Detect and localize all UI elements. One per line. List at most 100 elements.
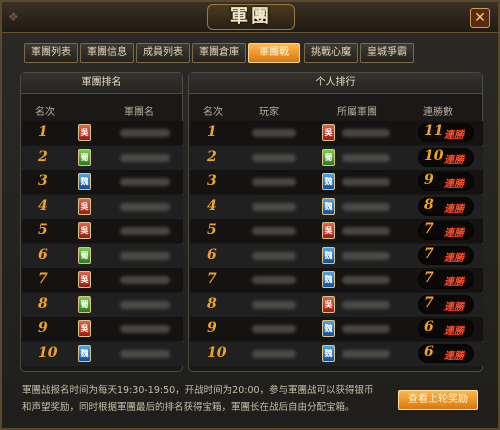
window-title: 軍團 (207, 4, 295, 30)
faction-badge-icon: 魏 (322, 197, 335, 215)
tab-5[interactable]: 軍團戰 (248, 43, 300, 63)
rank-number: 3 (38, 173, 48, 189)
guild-row[interactable]: 3魏 (22, 170, 183, 194)
guild-row[interactable]: 4吳 (22, 194, 183, 219)
col-player: 玩家 (259, 107, 279, 118)
guild-name-obscured (120, 325, 170, 333)
win-streak: 11 連勝 (418, 123, 474, 142)
guild-row[interactable]: 1吳 (22, 121, 183, 145)
tab-3[interactable]: 成員列表 (136, 43, 190, 63)
faction-badge-icon: 魏 (322, 320, 335, 337)
tab-4[interactable]: 軍團倉庫 (192, 43, 246, 63)
title-bar: ❖ 軍團 ✕ (2, 2, 498, 33)
guild-name-obscured (342, 227, 390, 235)
rank-number: 3 (207, 173, 217, 189)
win-streak: 6 連勝 (418, 343, 474, 363)
rank-number: 9 (207, 320, 217, 336)
player-name-obscured (252, 300, 296, 309)
streak-count: 6 (424, 343, 434, 360)
rank-number: 7 (38, 271, 48, 287)
tab-2[interactable]: 軍團信息 (80, 43, 134, 63)
col-rank: 名次 (203, 107, 223, 118)
guild-name-obscured (120, 349, 170, 358)
player-row[interactable]: 8 吳 7 連勝 (190, 292, 483, 317)
rules-line-2: 和声望奖励，同时根据軍團最后的排名获得宝箱，軍團长在战后自由分配宝箱。 (22, 402, 355, 413)
rank-number: 1 (38, 124, 48, 140)
guild-name-obscured (342, 251, 390, 260)
tab-6[interactable]: 挑戰心魔 (304, 43, 358, 63)
player-name-obscured (252, 202, 296, 211)
rules-text: 軍團战报名时间为每天19:30-19:50，开战时间为20:00，参与軍團战可以… (22, 382, 392, 416)
streak-count: 7 (424, 270, 434, 286)
guild-name-obscured (120, 276, 170, 284)
player-row[interactable]: 6 魏 7 連勝 (190, 243, 483, 268)
player-row[interactable]: 7 魏 7 連勝 (190, 268, 483, 292)
streak-label: 連勝 (444, 179, 464, 190)
tab-1[interactable]: 軍團列表 (24, 43, 78, 63)
faction-badge-icon: 魏 (322, 246, 335, 264)
guild-row[interactable]: 5吳 (22, 219, 183, 243)
guild-name-obscured (342, 153, 390, 162)
guild-row[interactable]: 2蜀 (22, 145, 183, 170)
faction-badge-icon: 吳 (322, 222, 335, 239)
streak-label: 連勝 (444, 277, 464, 288)
rules-line-1: 軍團战报名时间为每天19:30-19:50，开战时间为20:00，参与軍團战可以… (22, 385, 374, 396)
rank-number: 7 (207, 271, 217, 287)
faction-badge-icon: 魏 (322, 173, 335, 190)
win-streak: 7 連勝 (418, 294, 474, 314)
rank-number: 4 (38, 197, 48, 214)
player-row[interactable]: 4 魏 8 連勝 (190, 194, 483, 219)
faction-badge-icon: 吳 (322, 124, 335, 141)
streak-count: 7 (424, 221, 434, 237)
faction-badge-icon: 魏 (322, 271, 335, 288)
player-name-obscured (252, 349, 296, 358)
faction-badge-icon: 吳 (322, 295, 335, 313)
guild-name-obscured (120, 178, 170, 186)
guild-name-obscured (120, 251, 170, 260)
streak-count: 7 (424, 294, 434, 311)
win-streak: 7 連勝 (418, 270, 474, 289)
player-row[interactable]: 2 蜀 10 連勝 (190, 145, 483, 170)
guild-name-obscured (120, 202, 170, 211)
faction-badge-icon: 蜀 (78, 246, 91, 264)
streak-label: 連勝 (444, 154, 464, 166)
tab-7[interactable]: 皇城爭霸 (360, 43, 414, 63)
faction-badge-icon: 吳 (78, 197, 91, 215)
player-row[interactable]: 1 吳 11 連勝 (190, 121, 483, 145)
streak-count: 11 (424, 123, 444, 139)
player-name-obscured (252, 153, 296, 162)
rank-number: 8 (207, 295, 217, 312)
guild-window: ❖ 軍團 ✕ 軍團列表 軍團信息 成員列表 軍團倉庫 軍團戰 挑戰心魔 皇城爭霸 軍團排名 … (0, 0, 500, 430)
view-last-rewards-button[interactable]: 查看上轮奖励 (398, 390, 478, 410)
guild-row[interactable]: 10 魏 (22, 341, 183, 366)
col-streak: 連勝數 (423, 107, 453, 118)
rank-number: 6 (38, 246, 48, 263)
guild-row[interactable]: 6蜀 (22, 243, 183, 268)
win-streak: 7 連勝 (418, 221, 474, 240)
col-guild: 所屬軍團 (337, 107, 377, 118)
guild-row[interactable]: 9吳 (22, 317, 183, 341)
close-icon[interactable]: ✕ (470, 8, 490, 28)
win-streak: 9 連勝 (418, 172, 474, 191)
faction-badge-icon: 吳 (78, 124, 91, 141)
guild-row[interactable]: 8蜀 (22, 292, 183, 317)
col-guild-name: 軍團名 (124, 107, 154, 118)
rank-number: 2 (207, 148, 217, 165)
rank-number: 5 (38, 222, 48, 238)
player-row[interactable]: 5 吳 7 連勝 (190, 219, 483, 243)
guild-name-obscured (120, 227, 170, 235)
player-row[interactable]: 3 魏 9 連勝 (190, 170, 483, 194)
guild-name-obscured (342, 276, 390, 284)
player-row[interactable]: 9 魏 6 連勝 (190, 317, 483, 341)
faction-badge-icon: 吳 (78, 222, 91, 239)
streak-label: 連勝 (444, 130, 464, 141)
col-rank: 名次 (35, 107, 55, 118)
player-row[interactable]: 10 魏 6 連勝 (190, 341, 483, 366)
streak-count: 9 (424, 172, 434, 188)
guild-row[interactable]: 7吳 (22, 268, 183, 292)
faction-badge-icon: 蜀 (322, 148, 335, 166)
win-streak: 10 連勝 (418, 147, 474, 167)
streak-count: 10 (424, 147, 444, 164)
guild-name-obscured (342, 349, 390, 358)
rank-number: 10 (38, 344, 58, 361)
